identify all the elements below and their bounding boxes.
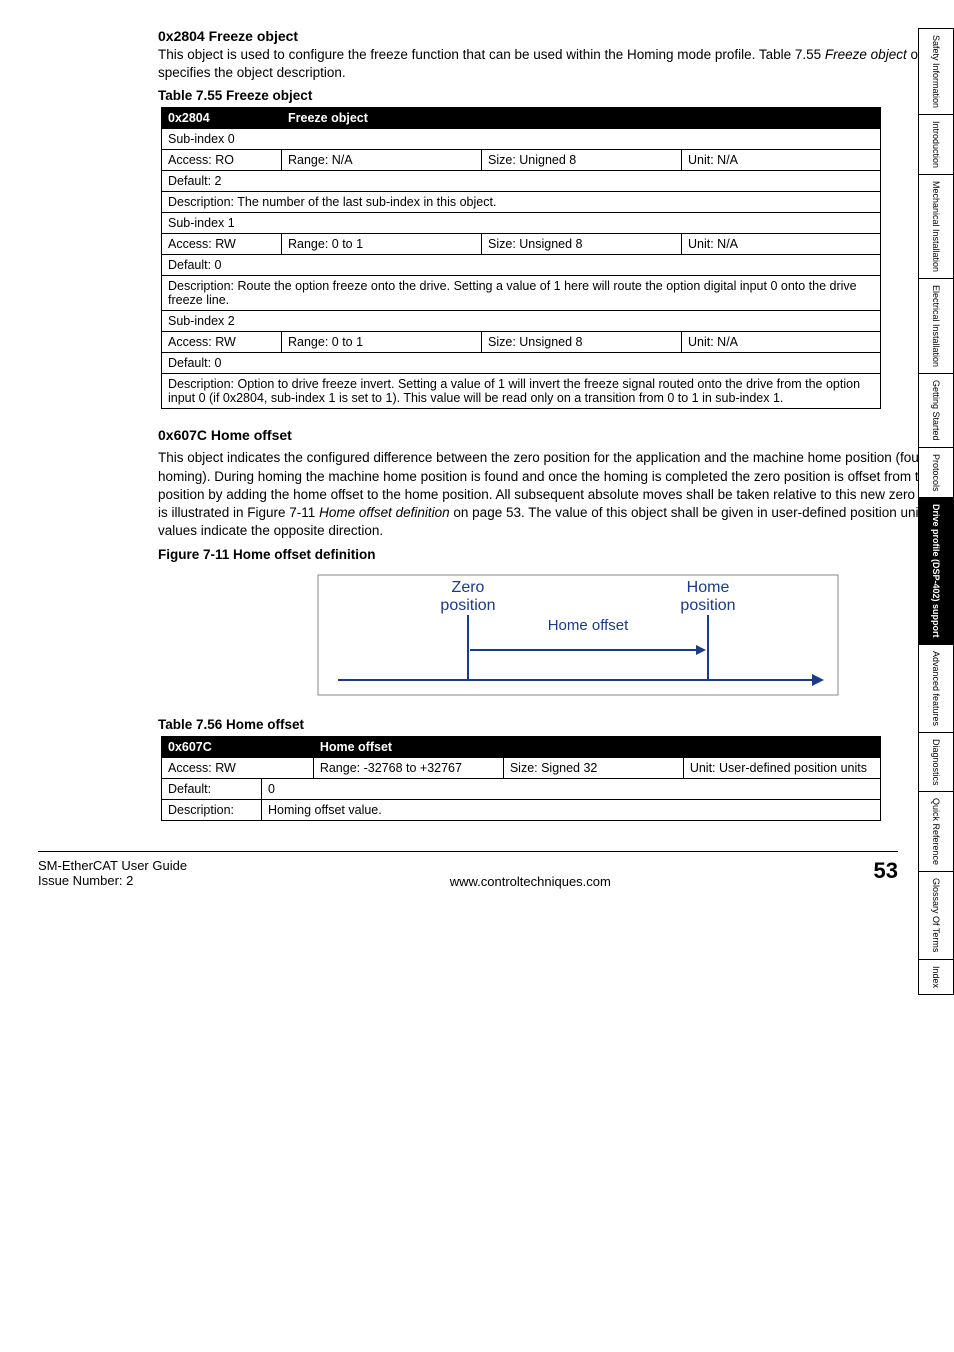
freeze-si0-unit: Unit: N/A [682, 150, 881, 171]
tab-getting-started[interactable]: Getting Started [918, 373, 954, 447]
freeze-si0-access: Access: RO [162, 150, 282, 171]
tab-safety[interactable]: Safety Information [918, 28, 954, 114]
home-default-label: Default: [162, 778, 262, 799]
tab-introduction[interactable]: Introduction [918, 114, 954, 174]
freeze-si2-size: Size: Unsigned 8 [482, 332, 682, 353]
freeze-si0-default: Default: 2 [162, 171, 881, 192]
freeze-si1-desc: Description: Route the option freeze ont… [162, 276, 881, 311]
freeze-si2-default: Default: 0 [162, 353, 881, 374]
home-desc-label: Description: [162, 799, 262, 820]
home-access: Access: RW [162, 757, 314, 778]
freeze-si1-size: Size: Unsigned 8 [482, 234, 682, 255]
freeze-si1-default: Default: 0 [162, 255, 881, 276]
home-desc-val: Homing offset value. [262, 799, 881, 820]
freeze-si2-range: Range: 0 to 1 [282, 332, 482, 353]
tab-mechanical[interactable]: Mechanical Installation [918, 174, 954, 278]
freeze-si0-size: Size: Unigned 8 [482, 150, 682, 171]
footer-page: 53 [874, 858, 898, 884]
footer-guide: SM-EtherCAT User Guide [38, 858, 187, 873]
home-fig-caption: Figure 7-11 Home offset definition [158, 547, 954, 562]
footer-left: SM-EtherCAT User Guide Issue Number: 2 [38, 858, 187, 888]
freeze-si1-range: Range: 0 to 1 [282, 234, 482, 255]
freeze-si2-access: Access: RW [162, 332, 282, 353]
page-content: 0x2804 Freeze object This object is used… [158, 28, 954, 821]
tab-electrical[interactable]: Electrical Installation [918, 278, 954, 373]
tab-drive-profile[interactable]: Drive profile (DSP-402) support [918, 497, 954, 644]
freeze-si2-label: Sub-index 2 [162, 311, 881, 332]
tab-quick-reference[interactable]: Quick Reference [918, 791, 954, 871]
home-para-italic: Home offset definition [319, 505, 450, 520]
fig-zero-pos-label: position [440, 597, 495, 614]
freeze-heading: 0x2804 Freeze object [158, 28, 954, 44]
home-heading: 0x607C Home offset [158, 427, 954, 443]
tab-protocols[interactable]: Protocols [918, 447, 954, 498]
tab-advanced[interactable]: Advanced features [918, 644, 954, 732]
freeze-si1-unit: Unit: N/A [682, 234, 881, 255]
freeze-si0-label: Sub-index 0 [162, 129, 881, 150]
tab-index[interactable]: Index [918, 959, 954, 995]
freeze-intro-italic: Freeze object [825, 47, 907, 62]
fig-offset-label: Home offset [548, 617, 629, 634]
freeze-si2-unit: Unit: N/A [682, 332, 881, 353]
tab-glossary[interactable]: Glossary Of Terms [918, 871, 954, 958]
freeze-table: 0x2804 Freeze object Sub-index 0 Access:… [161, 107, 881, 409]
home-hex: 0x607C [162, 736, 314, 757]
fig-home-pos-label: position [680, 597, 735, 614]
home-default-val: 0 [262, 778, 881, 799]
freeze-hex: 0x2804 [162, 108, 282, 129]
home-offset-figure: Zero position Home position Home offset [158, 570, 954, 703]
home-range: Range: -32768 to +32767 [313, 757, 503, 778]
freeze-intro-text: This object is used to configure the fre… [158, 47, 825, 62]
footer-issue: Issue Number: 2 [38, 873, 187, 888]
freeze-si1-access: Access: RW [162, 234, 282, 255]
freeze-si1-label: Sub-index 1 [162, 213, 881, 234]
home-unit: Unit: User-defined position units [683, 757, 880, 778]
freeze-table-caption: Table 7.55 Freeze object [158, 88, 954, 103]
freeze-si0-desc: Description: The number of the last sub-… [162, 192, 881, 213]
freeze-title: Freeze object [282, 108, 881, 129]
fig-zero-label: Zero [452, 579, 485, 596]
home-table: 0x607C Home offset Access: RW Range: -32… [161, 736, 881, 821]
freeze-intro: This object is used to configure the fre… [158, 46, 954, 82]
sidebar-tabs: Safety Information Introduction Mechanic… [918, 28, 954, 995]
page-footer: SM-EtherCAT User Guide Issue Number: 2 w… [38, 851, 898, 889]
tab-diagnostics[interactable]: Diagnostics [918, 732, 954, 792]
freeze-si0-range: Range: N/A [282, 150, 482, 171]
fig-home-label: Home [687, 579, 730, 596]
home-para: This object indicates the configured dif… [158, 449, 954, 540]
home-size: Size: Signed 32 [503, 757, 683, 778]
freeze-si2-desc: Description: Option to drive freeze inve… [162, 374, 881, 409]
home-table-caption: Table 7.56 Home offset [158, 717, 954, 732]
footer-url: www.controltechniques.com [450, 858, 611, 889]
home-title: Home offset [313, 736, 880, 757]
